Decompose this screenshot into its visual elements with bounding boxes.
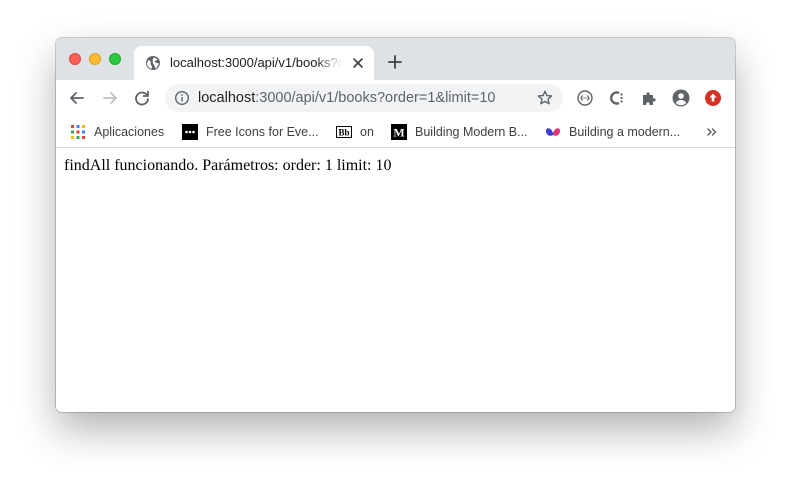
bookmark-building-modern-b[interactable]: M Building Modern B...	[391, 124, 528, 140]
bookmark-on[interactable]: Bb on	[336, 124, 374, 140]
window-minimize-button[interactable]	[89, 53, 101, 65]
response-text: findAll funcionando. Parámetros: order: …	[64, 157, 392, 174]
bookmark-label: Building Modern B...	[415, 125, 528, 139]
url-host: localhost	[198, 90, 256, 106]
bookmark-label: on	[360, 125, 374, 139]
butterfly-icon	[546, 128, 560, 136]
arrow-left-icon[interactable]	[68, 89, 86, 107]
svg-text:M: M	[393, 126, 404, 140]
browser-window: localhost:3000/api/v1/books?order=1&limi…	[56, 38, 735, 412]
profile-icon[interactable]	[672, 89, 690, 107]
tab-strip: localhost:3000/api/v1/books?order=1&limi…	[56, 38, 735, 80]
arrow-right-icon[interactable]	[101, 89, 119, 107]
globe-icon	[146, 56, 160, 70]
window-close-button[interactable]	[69, 53, 81, 65]
close-icon[interactable]	[351, 56, 365, 70]
bb-icon: Bb	[336, 126, 352, 138]
url-path: :3000/api/v1/books?order=1&limit=10	[255, 90, 496, 106]
plus-icon[interactable]	[387, 54, 403, 70]
address-bar[interactable]: localhost:3000/api/v1/books?order=1&limi…	[165, 84, 563, 112]
medium-icon: M	[391, 124, 407, 140]
toolbar: localhost:3000/api/v1/books?order=1&limi…	[56, 80, 735, 116]
apps-grid-icon	[71, 125, 85, 139]
window-maximize-button[interactable]	[109, 53, 121, 65]
bookmark-label: Free Icons for Eve...	[206, 125, 319, 139]
api-extension-icon[interactable]	[576, 89, 594, 107]
dots-icon	[182, 124, 198, 140]
bookmark-apps[interactable]: Aplicaciones	[70, 124, 164, 140]
puzzle-icon[interactable]	[640, 89, 658, 107]
c-extension-icon[interactable]	[608, 89, 626, 107]
bookmark-label: Aplicaciones	[94, 125, 165, 139]
tab-title: localhost:3000/api/v1/books?order=1&limi…	[170, 55, 342, 70]
bookmark-building-a-modern[interactable]: Building a modern...	[545, 124, 680, 140]
update-icon[interactable]	[704, 89, 722, 107]
active-tab[interactable]: localhost:3000/api/v1/books?order=1&limi…	[134, 46, 374, 80]
bookmark-free-icons[interactable]: Free Icons for Eve...	[182, 124, 319, 140]
bookmarks-bar: Aplicaciones Free Icons for Eve... Bb on…	[56, 116, 735, 148]
info-icon[interactable]	[174, 90, 190, 106]
reload-icon[interactable]	[133, 89, 151, 107]
chevron-double-right-icon[interactable]	[705, 124, 719, 140]
bookmark-label: Building a modern...	[569, 125, 681, 139]
url-text[interactable]: localhost:3000/api/v1/books?order=1&limi…	[198, 90, 495, 106]
svg-text:Bb: Bb	[338, 128, 349, 138]
page-content: findAll funcionando. Parámetros: order: …	[56, 149, 735, 412]
star-icon[interactable]	[536, 89, 554, 107]
